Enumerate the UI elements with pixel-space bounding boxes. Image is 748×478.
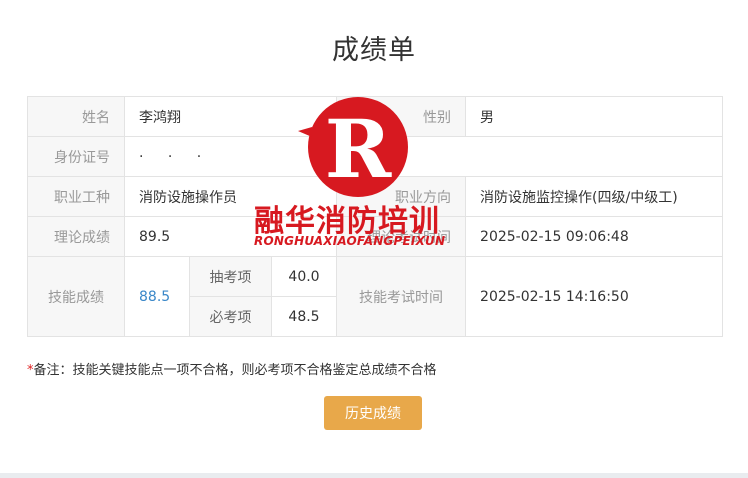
table-row: 理论成绩 89.5 理论考试时间 2025-02-15 09:06:48 bbox=[27, 216, 724, 257]
table-row: 职业工种 消防设施操作员 职业方向 消防设施监控操作(四级/中级工) bbox=[27, 176, 724, 217]
occupation-label: 职业工种 bbox=[27, 176, 125, 217]
table-row: 身份证号 · · · bbox=[27, 136, 724, 177]
skill-value: 88.5 bbox=[124, 256, 190, 337]
table-row: 姓名 李鸿翔 性别 男 bbox=[27, 96, 724, 137]
theory-label: 理论成绩 bbox=[27, 216, 125, 257]
page-title: 成绩单 bbox=[332, 35, 416, 66]
history-scores-button[interactable]: 历史成绩 bbox=[324, 396, 422, 430]
direction-label: 职业方向 bbox=[336, 176, 467, 217]
theory-time-label: 理论考试时间 bbox=[336, 216, 467, 257]
gender-label: 性别 bbox=[336, 96, 467, 137]
score-table: 姓名 李鸿翔 性别 男 身份证号 · · · 职业工种 消防设施操作员 职业方向… bbox=[27, 96, 724, 337]
gender-value: 男 bbox=[465, 96, 724, 137]
theory-value: 89.5 bbox=[123, 216, 338, 257]
bottom-divider bbox=[0, 473, 748, 478]
note-text: 备注：技能关键技能点一项不合格，则必考项不合格鉴定总成绩不合格 bbox=[33, 363, 437, 378]
table-row: 技能成绩 88.5 抽考项 40.0 技能考试时间 2025-02-15 14:… bbox=[27, 256, 724, 337]
occupation-value: 消防设施操作员 bbox=[123, 176, 338, 217]
required-item-value: 48.5 bbox=[270, 296, 338, 337]
required-item-label: 必考项 bbox=[189, 296, 272, 337]
id-value: · · · bbox=[123, 136, 724, 177]
name-value: 李鸿翔 bbox=[123, 96, 338, 137]
note: *备注：技能关键技能点一项不合格，则必考项不合格鉴定总成绩不合格 bbox=[27, 359, 437, 378]
skill-time-label: 技能考试时间 bbox=[336, 256, 467, 337]
theory-time-value: 2025-02-15 09:06:48 bbox=[465, 216, 724, 257]
name-label: 姓名 bbox=[27, 96, 125, 137]
direction-value: 消防设施监控操作(四级/中级工) bbox=[465, 176, 724, 217]
random-item-value: 40.0 bbox=[270, 256, 338, 297]
id-label: 身份证号 bbox=[27, 136, 125, 177]
skill-time-value: 2025-02-15 14:16:50 bbox=[465, 256, 724, 337]
random-item-label: 抽考项 bbox=[189, 256, 272, 297]
skill-label: 技能成绩 bbox=[27, 256, 125, 337]
